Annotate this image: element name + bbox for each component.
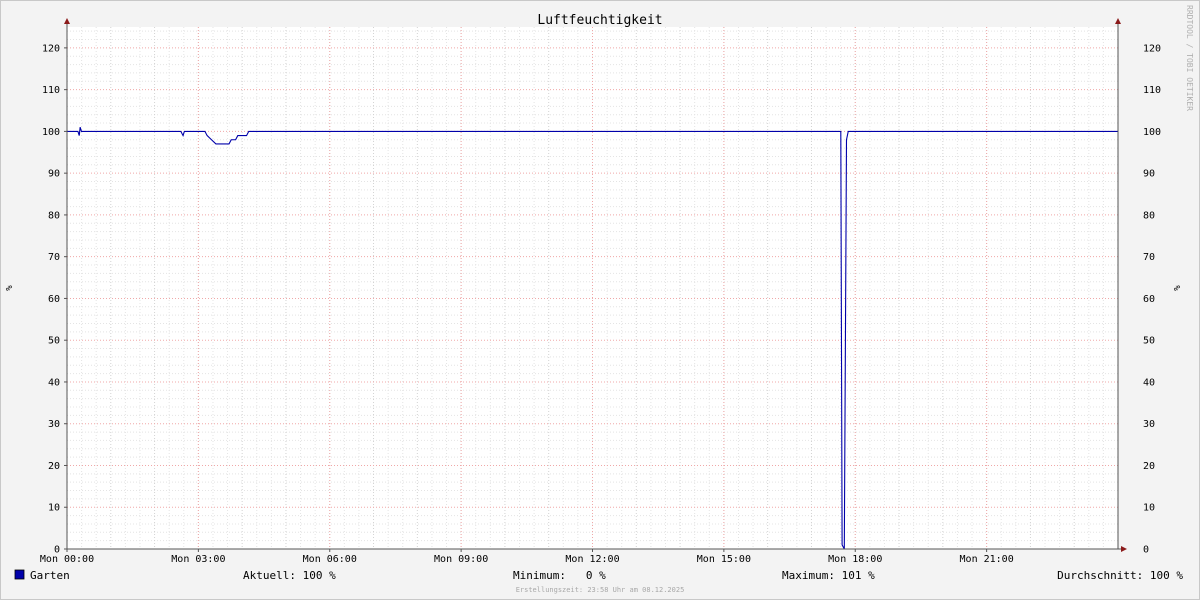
x-tick-label: Mon 12:00 xyxy=(565,554,619,565)
y-tick-label-right: 10 xyxy=(1143,503,1155,514)
x-tick-label: Mon 15:00 xyxy=(697,554,751,565)
legend-swatch-garten xyxy=(14,569,25,580)
y-tick-label-left: 50 xyxy=(48,336,60,347)
y-tick-label-right: 90 xyxy=(1143,169,1155,180)
y-tick-label-right: 80 xyxy=(1143,210,1155,221)
y-tick-label-right: 40 xyxy=(1143,377,1155,388)
legend-durchschnitt: Durchschnitt: 100 % xyxy=(1057,569,1183,582)
legend-series-name: Garten xyxy=(30,569,70,582)
x-tick-label: Mon 18:00 xyxy=(828,554,882,565)
y-tick-label-left: 20 xyxy=(48,461,60,472)
y-tick-label-left: 100 xyxy=(42,127,60,138)
legend-minimum: Minimum: 0 % xyxy=(513,569,606,582)
chart-svg: 0 010 1020 2030 3040 4050 5060 6070 7080 8090 9010… xyxy=(0,0,1200,600)
y-axis-label-right: % xyxy=(1173,285,1183,291)
y-tick-label-right: 30 xyxy=(1143,419,1155,430)
y-tick-label-right: 50 xyxy=(1143,336,1155,347)
y-tick-label-left: 60 xyxy=(48,294,60,305)
y-tick-label-left: 30 xyxy=(48,419,60,430)
legend-aktuell: Aktuell: 100 % xyxy=(243,569,336,582)
y-tick-label-right: 0 xyxy=(1143,545,1149,556)
chart-title: Luftfeuchtigkeit xyxy=(537,13,662,28)
y-tick-label-left: 120 xyxy=(42,43,60,54)
y-tick-label-right: 70 xyxy=(1143,252,1155,263)
y-tick-label-right: 120 xyxy=(1143,43,1161,54)
x-tick-label: Mon 21:00 xyxy=(960,554,1014,565)
y-tick-label-left: 90 xyxy=(48,169,60,180)
y-tick-label-left: 10 xyxy=(48,503,60,514)
rrd-chart: 0 0 10 10 20 20 30 30 40 40 50 50 60 60 70 70 80 80 90 90 10… xyxy=(0,0,1200,600)
footer-timestamp: Erstellungszeit: 23:58 Uhr am 08.12.2025 xyxy=(516,586,685,594)
y-tick-label-right: 100 xyxy=(1143,127,1161,138)
y-tick-label-left: 110 xyxy=(42,85,60,96)
x-tick-label: Mon 03:00 xyxy=(171,554,225,565)
y-tick-label-right: 60 xyxy=(1143,294,1155,305)
y-tick-label-right: 20 xyxy=(1143,461,1155,472)
rrdtool-watermark: RRDTOOL / TOBI OETIKER xyxy=(1185,5,1194,111)
x-tick-label: Mon 09:00 xyxy=(434,554,488,565)
y-tick-label-left: 40 xyxy=(48,377,60,388)
y-axis-label-left: % xyxy=(5,285,15,291)
x-tick-label: Mon 06:00 xyxy=(303,554,357,565)
y-tick-label-right: 110 xyxy=(1143,85,1161,96)
x-tick-label: Mon 00:00 xyxy=(40,554,94,565)
y-tick-label-left: 80 xyxy=(48,210,60,221)
y-tick-label-left: 70 xyxy=(48,252,60,263)
legend-maximum: Maximum: 101 % xyxy=(782,569,875,582)
